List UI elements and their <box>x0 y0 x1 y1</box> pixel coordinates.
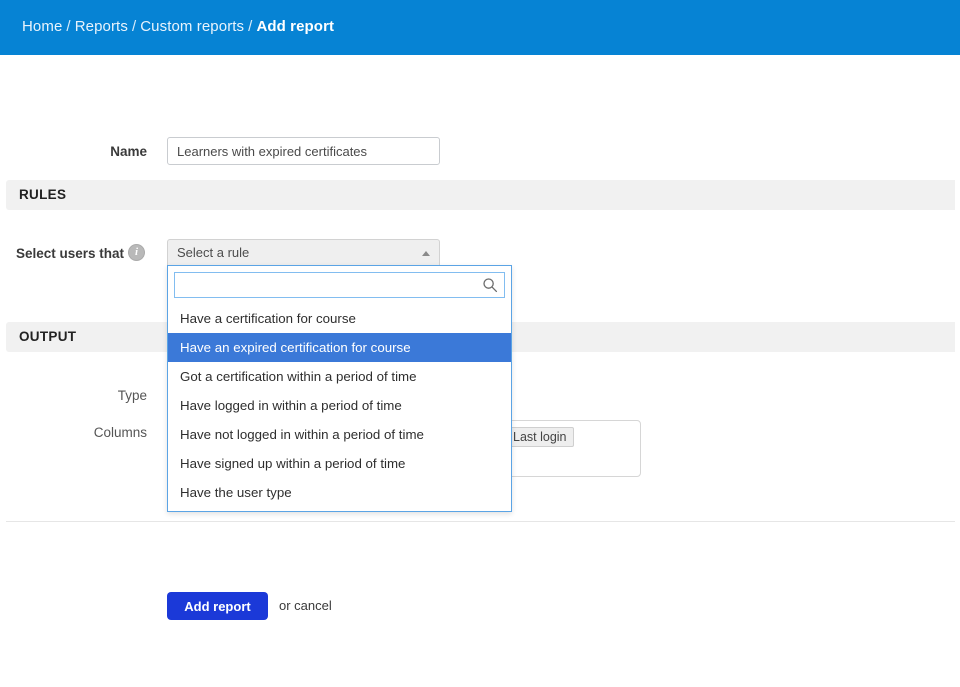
name-input[interactable] <box>167 137 440 165</box>
breadcrumb-separator: / <box>248 18 252 35</box>
breadcrumb-bar: Home/Reports/Custom reports/Add report <box>0 0 960 55</box>
output-section-title: OUTPUT <box>19 329 76 344</box>
breadcrumb-separator: / <box>66 18 70 35</box>
rule-search-wrapper[interactable] <box>174 272 505 298</box>
columns-label: Columns <box>0 425 147 440</box>
breadcrumb-separator: / <box>132 18 136 35</box>
breadcrumb-item-reports[interactable]: Reports <box>75 18 128 35</box>
chevron-up-icon <box>422 251 430 256</box>
breadcrumb-item-add-report: Add report <box>256 18 334 35</box>
rule-option[interactable]: Have a certification for course <box>168 304 511 333</box>
name-label: Name <box>0 144 147 159</box>
rule-option[interactable]: Got a certification within a period of t… <box>168 362 511 391</box>
select-users-label: Select users that <box>0 246 124 261</box>
rule-option[interactable]: Have the user type <box>168 478 511 507</box>
or-cancel-text: or cancel <box>279 598 332 613</box>
rule-option[interactable]: Have not logged in within a period of ti… <box>168 420 511 449</box>
info-icon[interactable]: i <box>128 244 145 261</box>
add-report-button[interactable]: Add report <box>167 592 268 620</box>
breadcrumb-item-home[interactable]: Home <box>22 18 62 35</box>
column-tag-last-login[interactable]: Last login <box>506 427 574 447</box>
rule-select-trigger[interactable]: Select a rule <box>167 239 440 266</box>
type-label: Type <box>0 388 147 403</box>
search-icon[interactable] <box>482 277 498 293</box>
cancel-link[interactable]: cancel <box>294 598 332 613</box>
breadcrumb-item-custom-reports[interactable]: Custom reports <box>140 18 244 35</box>
rule-option-list: Have a certification for course Have an … <box>168 304 511 507</box>
rule-option-selected[interactable]: Have an expired certification for course <box>168 333 511 362</box>
rule-search-input[interactable] <box>175 273 480 297</box>
rule-option[interactable]: Have logged in within a period of time <box>168 391 511 420</box>
rule-select-value: Select a rule <box>177 245 249 260</box>
rules-section-header: RULES <box>6 180 955 210</box>
breadcrumb: Home/Reports/Custom reports/Add report <box>22 18 334 35</box>
rule-select-dropdown: Have a certification for course Have an … <box>167 265 512 512</box>
add-report-form: Name RULES Select users that i OUTPUT Ty… <box>0 55 960 687</box>
or-text: or <box>279 598 294 613</box>
rules-section-title: RULES <box>19 187 66 202</box>
section-divider <box>6 521 955 522</box>
rule-option[interactable]: Have signed up within a period of time <box>168 449 511 478</box>
